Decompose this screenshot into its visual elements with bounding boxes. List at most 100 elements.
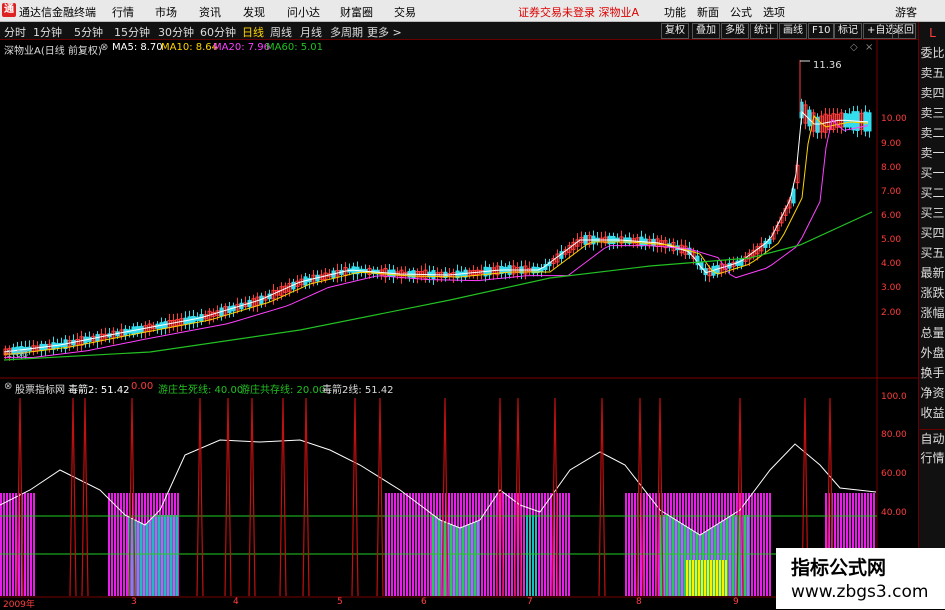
indicator-bar [499,493,501,596]
indicator-fill [477,521,479,596]
indicator-bar [6,493,8,596]
tab-sell3[interactable]: 卖三 [920,104,945,122]
indicator-bar [754,493,756,596]
indicator-bar [508,493,510,596]
tab-volume[interactable]: 总量 [920,324,945,342]
indicator-value-4: 游庄共存线: 20.00 [240,385,326,396]
ma60-label: MA60: 5.01 [266,42,324,53]
tab-net-assets[interactable]: 净资 [920,384,945,402]
indicator-fill [689,560,691,596]
indicator-bar [757,493,759,596]
tab-turnover[interactable]: 换手 [920,364,945,382]
indicator-fill [692,560,694,596]
indicator-fill [681,523,683,596]
indicator-bar [27,493,29,596]
tab-change-pct[interactable]: 涨幅 [920,304,945,322]
tab-earnings[interactable]: 收益 [920,404,945,422]
indicator-bar [415,493,417,596]
indicator-axis-label: 40.00 [881,508,907,518]
tab-outer[interactable]: 外盘 [920,344,945,362]
low-price-label: 1.08 [6,349,29,360]
date-axis-label: 4 [233,597,239,607]
indicator-bar [388,493,390,596]
indicator-bar [33,493,35,596]
indicator-bar [751,493,753,596]
price-axis-label: 3.00 [881,283,902,293]
indicator-bar [766,493,768,596]
date-axis-label: 6 [421,597,427,607]
tab-latest[interactable]: 最新 [920,264,945,282]
indicator-gear-icon[interactable]: ⊗ [4,381,12,392]
indicator-bar [505,493,507,596]
indicator-bar [646,493,648,596]
tab-buy4[interactable]: 买四 [920,224,945,242]
close-icon[interactable]: L [920,24,945,42]
indicator-value-2: 0.00 [131,381,154,392]
close-chart-icon[interactable]: × [865,42,873,53]
ma5-label: MA5: 8.70 [112,42,163,53]
indicator-bar [631,493,633,596]
candle-body [867,112,872,132]
tab-sell1[interactable]: 卖一 [920,144,945,162]
indicator-bar [111,493,113,596]
price-axis-label: 6.00 [881,211,902,221]
indicator-bar [108,493,110,596]
indicator-fill [729,516,731,596]
indicator-fill [526,515,528,596]
tab-buy3[interactable]: 买三 [920,204,945,222]
indicator-bar [763,493,765,596]
tab-sell5[interactable]: 卖五 [920,64,945,82]
spike-line [598,397,606,597]
indicator-fill [137,521,139,596]
indicator-fill [722,560,724,596]
chart-canvas[interactable] [0,0,918,609]
indicator-fill [704,560,706,596]
indicator-bar [397,493,399,596]
price-axis-label: 10.00 [881,114,907,124]
indicator-fill [666,515,668,596]
gear-icon[interactable]: ⊗ [100,42,108,53]
tab-buy2[interactable]: 买二 [920,184,945,202]
indicator-bar [652,493,654,596]
indicator-bar [511,493,513,596]
date-axis-label: 3 [131,597,137,607]
indicator-fill [744,515,746,596]
tab-change[interactable]: 涨跌 [920,284,945,302]
indicator-fill [535,515,537,596]
indicator-fill [669,515,671,596]
indicator-axis-label: 100.0 [881,392,907,402]
tab-sell2[interactable]: 卖二 [920,124,945,142]
spike-line [376,397,384,597]
tab-sell4[interactable]: 卖四 [920,84,945,102]
indicator-bar [538,493,540,596]
tab-weibi[interactable]: 委比 [920,44,945,62]
tab-buy1[interactable]: 买一 [920,164,945,182]
watermark-url: www.zbgs3.com [791,582,929,602]
price-axis-label: 5.00 [881,235,902,245]
chart-title: 深物业A(日线 前复权) [4,46,102,57]
tab-auto[interactable]: 自动 [920,429,945,448]
settings-icon[interactable]: ◇ [850,42,858,53]
indicator-bar [493,493,495,596]
tab-quote[interactable]: 行情 [920,449,945,467]
indicator-fill [158,515,160,596]
indicator-fill [471,523,473,596]
indicator-bar [559,493,561,596]
indicator-bar [391,493,393,596]
indicator-fill [710,560,712,596]
indicator-fill [713,560,715,596]
indicator-value-3: 游庄生死线: 40.00 [158,385,244,396]
indicator-fill [435,516,437,596]
spike-line [69,397,77,597]
indicator-value-5: 毒箭2线: 51.42 [322,385,394,396]
indicator-fill [529,515,531,596]
indicator-bar [421,493,423,596]
indicator-fill [167,515,169,596]
indicator-fill [456,526,458,596]
tab-buy5[interactable]: 买五 [920,244,945,262]
indicator-fill [143,524,145,596]
indicator-fill [462,527,464,596]
watermark: 指标公式网 www.zbgs3.com [776,548,945,609]
indicator-bar [760,493,762,596]
date-axis-label: 5 [337,597,343,607]
